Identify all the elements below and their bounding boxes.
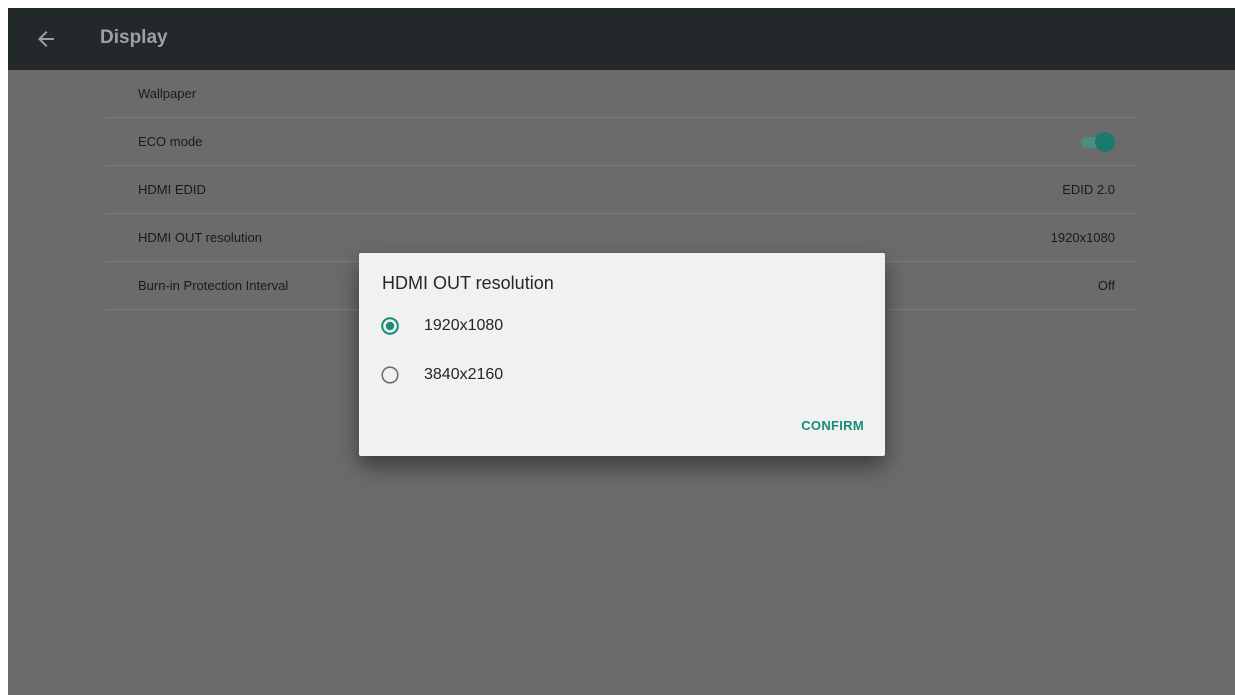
arrow-left-icon xyxy=(38,31,54,47)
page-title: Display xyxy=(100,27,168,48)
radio-unselected-icon[interactable] xyxy=(381,366,399,384)
display-settings-screen: Display Wallpaper ECO mode HDMI EDID EDI… xyxy=(8,8,1235,695)
back-button[interactable] xyxy=(34,27,58,51)
option-3840x2160[interactable]: 3840x2160 xyxy=(381,358,503,392)
dialog-title: HDMI OUT resolution xyxy=(382,273,554,293)
option-1920x1080[interactable]: 1920x1080 xyxy=(381,309,503,343)
radio-selected-icon[interactable] xyxy=(381,317,399,335)
option-label: 1920x1080 xyxy=(424,317,504,334)
resolution-dialog: HDMI OUT resolution 1920x1080 3840x2160 … xyxy=(359,253,885,456)
app-bar: Display xyxy=(8,8,1235,70)
option-label: 3840x2160 xyxy=(424,366,504,383)
confirm-button[interactable]: CONFIRM xyxy=(801,418,864,433)
